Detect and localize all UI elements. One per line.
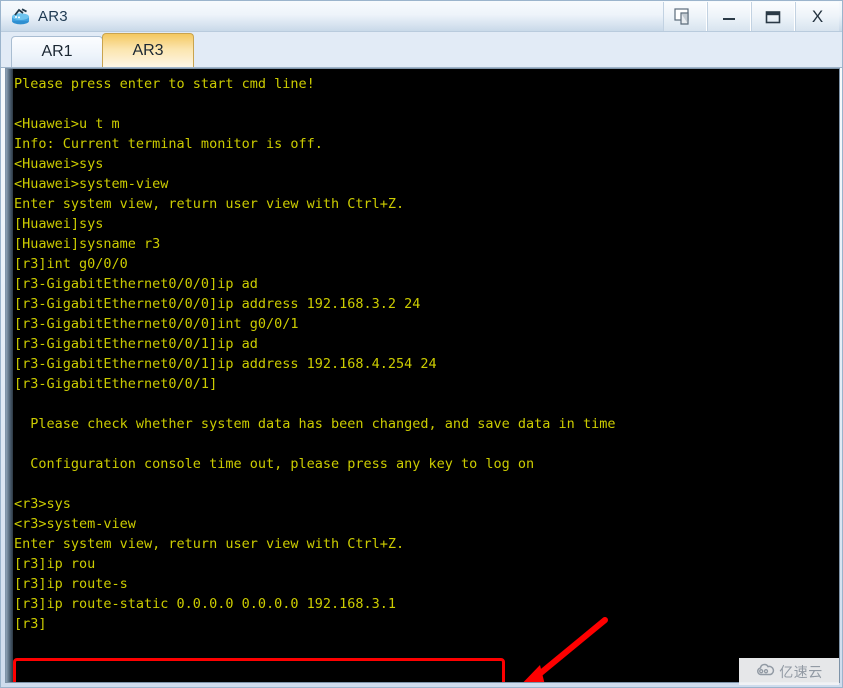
- terminal-line: [r3]int g0/0/0: [14, 256, 128, 272]
- window-titlebar: AR3 X: [1, 1, 842, 32]
- terminal-line: Enter system view, return user view with…: [14, 536, 405, 552]
- terminal-line: [r3]ip route-static 0.0.0.0 0.0.0.0 192.…: [14, 596, 397, 612]
- site-watermark: 亿速云: [739, 658, 839, 685]
- ar3-console-window: AR3 X AR1 AR3 Please press enter to star…: [0, 0, 843, 688]
- terminal-line: [r3]ip route-s: [14, 576, 128, 592]
- maximize-icon: [763, 9, 783, 25]
- close-icon: X: [811, 7, 824, 26]
- router-icon: [10, 7, 31, 26]
- terminal-line: [Huawei]sysname r3: [14, 236, 161, 252]
- terminal-line: [r3]: [14, 616, 47, 632]
- terminal-frame[interactable]: Please press enter to start cmd line! <H…: [5, 68, 840, 683]
- terminal-line: [r3-GigabitEthernet0/0/0]ip address 192.…: [14, 296, 421, 312]
- device-tabstrip: AR1 AR3: [1, 32, 842, 68]
- maximize-button[interactable]: [751, 2, 795, 31]
- terminal-line: [r3]ip rou: [14, 556, 96, 572]
- terminal-line: [Huawei]sys: [14, 216, 104, 232]
- terminal-line: Info: Current terminal monitor is off.: [14, 136, 323, 152]
- terminal-line: [r3-GigabitEthernet0/0/0]int g0/0/1: [14, 316, 299, 332]
- terminal-line: <Huawei>sys: [14, 156, 104, 172]
- terminal-line: [r3-GigabitEthernet0/0/1]ip ad: [14, 336, 258, 352]
- tab-list: AR1 AR3: [11, 33, 194, 67]
- minimize-button[interactable]: [707, 2, 751, 31]
- terminal-line: <r3>system-view: [14, 516, 136, 532]
- terminal-left-bevel: [6, 69, 13, 682]
- terminal-line: Please press enter to start cmd line!: [14, 76, 315, 92]
- tab-ar1-label: AR1: [41, 43, 73, 60]
- titlebar-left-group: AR3: [10, 1, 68, 32]
- terminal-output[interactable]: Please press enter to start cmd line! <H…: [14, 69, 839, 682]
- terminal-line: Enter system view, return user view with…: [14, 196, 405, 212]
- restore-windows-button[interactable]: [663, 2, 707, 31]
- terminal-line: <r3>sys: [14, 496, 71, 512]
- close-button[interactable]: X: [795, 2, 839, 31]
- terminal-line: Configuration console time out, please p…: [14, 456, 535, 472]
- terminal-line: [r3-GigabitEthernet0/0/1]ip address 192.…: [14, 356, 437, 372]
- terminal-line: Please check whether system data has bee…: [14, 416, 616, 432]
- cloud-logo-icon: [755, 663, 775, 681]
- terminal-line: <Huawei>system-view: [14, 176, 169, 192]
- minimize-icon: [719, 10, 739, 24]
- terminal-line: [r3-GigabitEthernet0/0/1]: [14, 376, 218, 392]
- tab-ar1[interactable]: AR1: [11, 36, 103, 67]
- terminal-line: [r3-GigabitEthernet0/0/0]ip ad: [14, 276, 258, 292]
- watermark-text: 亿速云: [779, 664, 823, 681]
- tab-ar3[interactable]: AR3: [102, 33, 194, 67]
- window-controls: X: [663, 2, 839, 31]
- cascade-windows-icon: [674, 7, 696, 26]
- terminal-line: <Huawei>u t m: [14, 116, 120, 132]
- window-title: AR3: [38, 8, 68, 25]
- tab-ar3-label: AR3: [132, 41, 164, 59]
